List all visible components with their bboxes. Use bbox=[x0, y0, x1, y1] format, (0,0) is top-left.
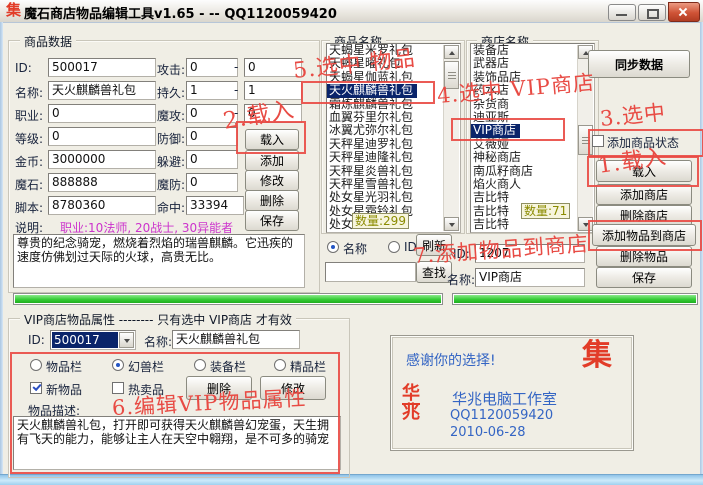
item-count-badge: 数量:299 bbox=[352, 213, 409, 229]
search-input[interactable] bbox=[325, 262, 416, 282]
field-label-magicdefense: 魔防: bbox=[157, 176, 185, 193]
close-button[interactable] bbox=[668, 2, 700, 22]
shop-count-badge: 数量:71 bbox=[521, 203, 570, 219]
field-label-class: 职业: bbox=[15, 107, 43, 124]
attack-min-field[interactable]: 0 bbox=[186, 58, 238, 77]
durable-min-field[interactable]: 1 bbox=[186, 81, 238, 100]
window-title: 魔石商店物品编辑工具v1.65 - -- QQ1120059420 bbox=[24, 3, 337, 22]
list-item[interactable]: 天秤星迪隆礼包 bbox=[327, 151, 460, 164]
minimize-icon bbox=[616, 14, 627, 16]
annotation-box-add-item-to-shop bbox=[588, 220, 702, 251]
save-item-button[interactable]: 保存 bbox=[245, 210, 299, 231]
dash: - bbox=[234, 60, 238, 74]
maximize-button[interactable] bbox=[638, 4, 666, 21]
magicstone-field[interactable]: 888888 bbox=[48, 173, 156, 192]
minimize-button[interactable] bbox=[608, 4, 636, 21]
field-label-dodge: 躲避: bbox=[157, 153, 185, 170]
field-label-hit: 命中: bbox=[157, 199, 185, 216]
thanks-greeting: 感谢你的选择! bbox=[406, 350, 496, 370]
item-description-box[interactable]: 尊贵的纪念骑宠，燃烧着烈焰的瑞兽麒麟。它迅疾的速度仿佛划过天际的火球，高贵无比。 bbox=[13, 234, 305, 288]
search-by-id-radio[interactable] bbox=[388, 241, 400, 253]
list-item[interactable]: 南瓜籽商店 bbox=[471, 165, 594, 178]
delete-item-button[interactable]: 删除 bbox=[245, 190, 299, 211]
search-by-name-label: 名称 bbox=[343, 240, 367, 257]
vip-id-value: 500017 bbox=[52, 332, 118, 348]
field-label-defense: 防御: bbox=[157, 130, 185, 147]
field-label-name: 名称: bbox=[15, 84, 43, 101]
field-label-magicstone: 魔石: bbox=[15, 176, 43, 193]
gold-field[interactable]: 3000000 bbox=[48, 150, 156, 169]
add-shop-button[interactable]: 添加商店 bbox=[596, 184, 692, 205]
vip-name-field[interactable]: 天火麒麟兽礼包 bbox=[172, 330, 300, 349]
list-item[interactable]: 装备店 bbox=[471, 44, 594, 57]
vip-id-combobox[interactable]: 500017 bbox=[50, 330, 136, 350]
window-border-left bbox=[0, 22, 3, 474]
field-label-id: ID: bbox=[15, 61, 32, 75]
scroll-up-icon[interactable] bbox=[444, 45, 459, 59]
field-label-attack: 攻击: bbox=[157, 61, 185, 78]
list-item[interactable]: 冰翼尤弥尔礼包 bbox=[327, 124, 460, 137]
app-logo-icon: 集 bbox=[6, 2, 21, 18]
chevron-down-icon[interactable] bbox=[119, 332, 134, 348]
script-field[interactable]: 8780360 bbox=[48, 196, 156, 215]
list-item[interactable]: 处女星光羽礼包 bbox=[327, 191, 460, 204]
name-field[interactable]: 天火麒麟兽礼包 bbox=[48, 81, 156, 100]
annotation-box-selected-item bbox=[301, 81, 435, 104]
app-window: { "window": { "title": "魔石商店物品编辑工具v1.65 … bbox=[0, 0, 703, 484]
studio-date: 2010-06-28 bbox=[450, 425, 526, 440]
studio-seal-icon: 集 bbox=[582, 342, 612, 370]
studio-qq: QQ1120059420 bbox=[450, 408, 553, 423]
field-label-durable: 持久: bbox=[157, 84, 185, 101]
scroll-down-icon[interactable] bbox=[444, 217, 459, 231]
title-bar[interactable]: 集 魔石商店物品编辑工具v1.65 - -- QQ1120059420 bbox=[0, 0, 703, 23]
annotation-box-vip-shop bbox=[451, 118, 565, 141]
hit-field[interactable]: 33394 bbox=[186, 196, 244, 215]
field-label-magicattack: 魔攻: bbox=[157, 107, 185, 124]
class-field[interactable]: 0 bbox=[48, 104, 156, 123]
save-shop-button[interactable]: 保存 bbox=[596, 267, 692, 288]
product-data-group-label: 商品数据 bbox=[20, 33, 76, 50]
vip-name-label: 名称: bbox=[144, 333, 172, 350]
vip-id-label: ID: bbox=[28, 333, 45, 347]
level-field[interactable]: 0 bbox=[48, 127, 156, 146]
progress-bar bbox=[13, 293, 443, 305]
list-item[interactable]: 神秘商店 bbox=[471, 151, 594, 164]
vip-attributes-group-label: VIP商店物品属性 -------- 只有选中 VIP商店 才有效 bbox=[20, 311, 296, 328]
logo-bottom-char: 兆 bbox=[402, 405, 420, 422]
field-label-script: 脚本: bbox=[15, 199, 43, 216]
progress-bar bbox=[452, 293, 698, 305]
dodge-field[interactable]: 0 bbox=[186, 150, 238, 169]
list-item[interactable]: 天秤星炎兽礼包 bbox=[327, 165, 460, 178]
magicdefense-field[interactable]: 0 bbox=[186, 173, 238, 192]
id-field[interactable]: 500017 bbox=[48, 58, 156, 77]
studio-name: 华兆电脑工作室 bbox=[452, 388, 557, 409]
huazhao-logo-icon: 华 兆 bbox=[402, 386, 420, 421]
shop-name-label: 名称: bbox=[447, 271, 475, 288]
sync-data-button[interactable]: 同步数据 bbox=[588, 50, 690, 78]
dash: - bbox=[234, 83, 238, 97]
maximize-icon bbox=[647, 9, 659, 19]
search-by-name-radio[interactable] bbox=[327, 241, 339, 253]
shop-name-field[interactable]: VIP商店 bbox=[475, 268, 585, 287]
field-label-level: 等级: bbox=[15, 130, 43, 147]
annotation-step3: 3.选中 bbox=[598, 96, 667, 133]
field-label-gold: 金币: bbox=[15, 153, 43, 170]
modify-item-button[interactable]: 修改 bbox=[245, 170, 299, 191]
